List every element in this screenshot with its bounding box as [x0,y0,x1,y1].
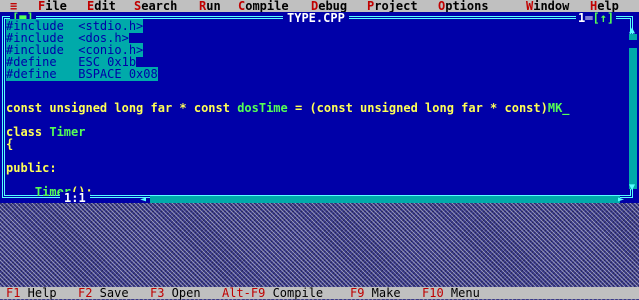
menu-project[interactable]: Project [367,0,418,12]
menu-file[interactable]: File [38,0,67,12]
menu-search[interactable]: Search [134,0,177,12]
hint-save-label: Save [92,286,129,300]
system-menu[interactable]: ≡ [10,0,17,12]
code-dostime-cast: = (const unsigned long far * const) [287,101,548,115]
vertical-scrollbar[interactable] [629,34,637,189]
menu-debug[interactable]: Debug [311,0,347,12]
horizontal-scrollbar[interactable] [150,196,620,203]
cursor-position: 1:1 [60,192,90,203]
menu-compile[interactable]: Compile [238,0,289,12]
hint-open-label: Open [164,286,201,300]
hint-help-key: F1 [6,286,21,300]
code-editor[interactable]: #include <stdio.h> #include <dos.h> #inc… [6,19,628,198]
scroll-down-arrow-icon[interactable]: ▼ [629,183,635,193]
code-line-dostime: const unsigned long far * const dosTime … [6,102,570,114]
hint-menu[interactable]: F10 Menu [422,287,480,299]
menu-bar: ≡ File Edit Search Run Compile Debug Pro… [0,0,639,12]
code-class-name: Timer [49,125,86,139]
menu-help[interactable]: Help [590,0,619,12]
editor-window: [■] TYPE.CPP 1═[↑] #include <stdio.h> #i… [0,12,639,203]
hint-help[interactable]: F1 Help [6,287,57,299]
hint-make[interactable]: F9 Make [350,287,401,299]
scroll-left-arrow-icon[interactable]: ◄ [140,194,146,203]
code-line-open-brace: { [6,137,14,151]
hint-save-key: F2 [78,286,93,300]
code-line-define-bspace: #define BSPACE 0x08 [6,67,158,81]
hint-compile[interactable]: Alt-F9 Compile [222,287,323,299]
hint-make-key: F9 [350,286,365,300]
hint-menu-key: F10 [422,286,444,300]
scroll-right-arrow-icon[interactable]: ► [618,194,624,203]
hint-make-label: Make [364,286,401,300]
hint-open-key: F3 [150,286,165,300]
menu-window[interactable]: Window [526,0,569,12]
code-constructor-indent [6,185,35,199]
code-dostime-macro: MK_ [547,101,570,115]
code-dostime-ident: dosTime [237,101,288,115]
hint-open[interactable]: F3 Open [150,287,201,299]
vertical-scroll-thumb[interactable] [629,40,637,48]
code-dostime-type: const unsigned long far * const [6,101,238,115]
code-line-class: class Timer [6,126,85,138]
scroll-up-arrow-icon[interactable]: ▲ [629,26,635,36]
hint-help-label: Help [20,286,57,300]
hint-bar: F1 Help F2 Save F3 Open Alt-F9 Compile F… [0,287,639,299]
menu-run[interactable]: Run [199,0,221,12]
menu-edit[interactable]: Edit [87,0,116,12]
menu-options[interactable]: Options [438,0,489,12]
code-line-public: public: [6,161,57,175]
hint-menu-label: Menu [443,286,480,300]
hint-compile-key: Alt-F9 [222,286,266,300]
hint-save[interactable]: F2 Save [78,287,129,299]
hint-compile-label: Compile [265,286,324,300]
